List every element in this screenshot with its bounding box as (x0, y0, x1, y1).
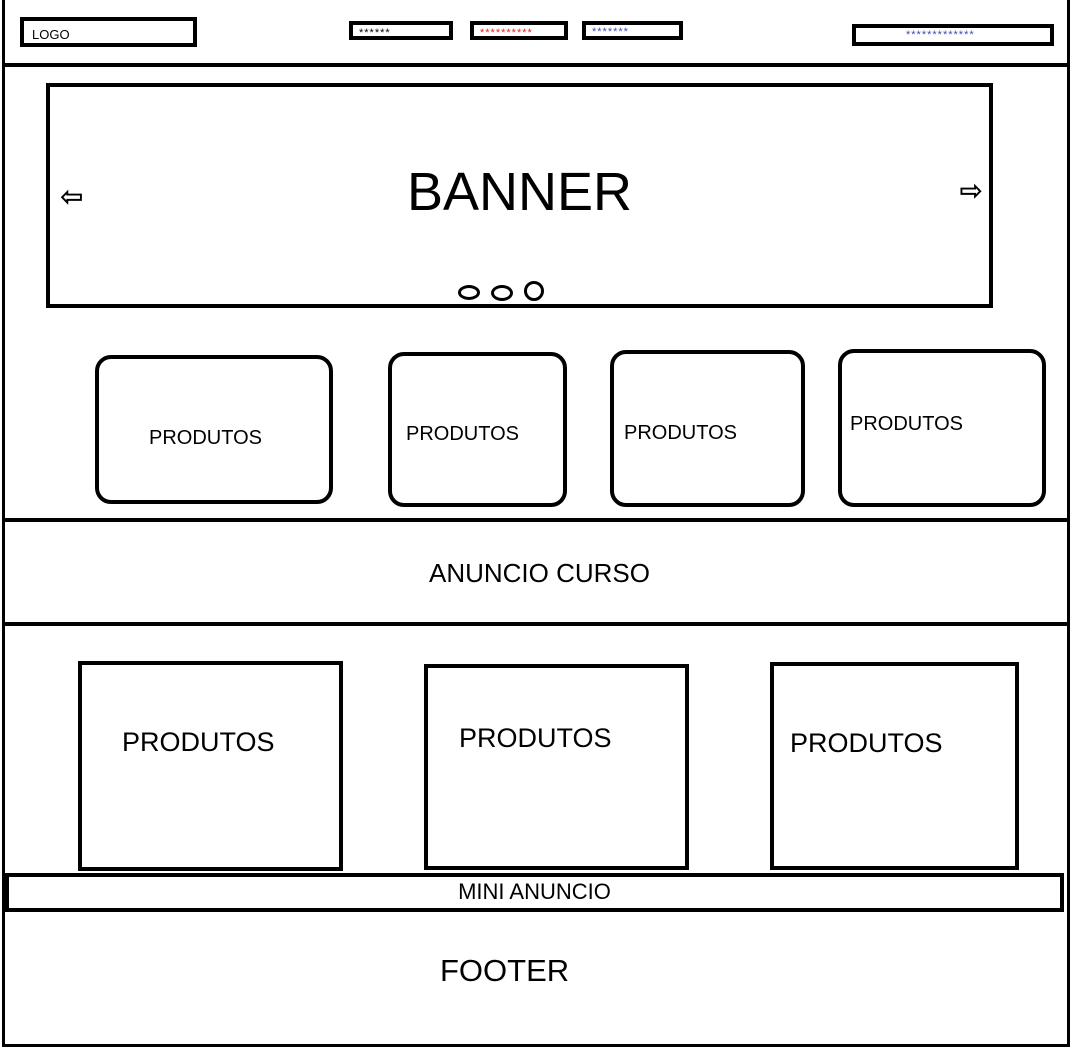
search-input[interactable]: ************* (852, 24, 1054, 46)
ad-course-label: ANUNCIO CURSO (428, 558, 650, 588)
product-card-4[interactable]: PRODUTOS (838, 349, 1046, 507)
product-card-5-label: PRODUTOS (122, 727, 275, 757)
logo[interactable]: LOGO (20, 17, 197, 47)
ad-divider-bottom (2, 622, 1070, 626)
carousel-dot-2[interactable] (491, 285, 513, 301)
product-card-6[interactable]: PRODUTOS (424, 664, 689, 870)
mini-ad-label: MINI ANUNCIO (458, 879, 611, 904)
product-card-4-label: PRODUTOS (850, 413, 963, 435)
product-card-6-label: PRODUTOS (459, 723, 612, 753)
banner-title: BANNER (406, 162, 633, 222)
product-card-1-label: PRODUTOS (149, 427, 262, 449)
banner-carousel[interactable]: BANNER ⇦ ⇨ (46, 83, 993, 308)
product-card-7-label: PRODUTOS (790, 728, 943, 758)
arrow-right-icon[interactable]: ⇨ (960, 177, 983, 205)
footer-label: FOOTER (440, 953, 570, 988)
arrow-left-icon[interactable]: ⇦ (60, 183, 83, 211)
product-card-1[interactable]: PRODUTOS (95, 355, 333, 504)
search-placeholder: ************* (906, 29, 975, 41)
header-divider (2, 63, 1070, 67)
nav-item-3[interactable]: ******* (582, 21, 683, 40)
nav-item-1-label: ****** (359, 27, 391, 39)
product-card-3-label: PRODUTOS (624, 422, 737, 444)
logo-text: LOGO (32, 27, 70, 42)
carousel-dot-3[interactable] (524, 281, 544, 301)
ad-divider-top (2, 518, 1070, 522)
product-card-7[interactable]: PRODUTOS (770, 662, 1019, 870)
nav-item-2[interactable]: ********** (470, 21, 568, 40)
nav-item-2-label: ********** (480, 27, 533, 39)
mini-ad[interactable]: MINI ANUNCIO (5, 873, 1064, 912)
product-card-5[interactable]: PRODUTOS (78, 661, 343, 871)
carousel-dot-1[interactable] (458, 285, 480, 300)
product-card-3[interactable]: PRODUTOS (610, 350, 805, 507)
nav-item-3-label: ******* (592, 26, 629, 38)
product-card-2[interactable]: PRODUTOS (388, 352, 567, 507)
product-card-2-label: PRODUTOS (406, 423, 519, 445)
nav-item-1[interactable]: ****** (349, 21, 453, 40)
